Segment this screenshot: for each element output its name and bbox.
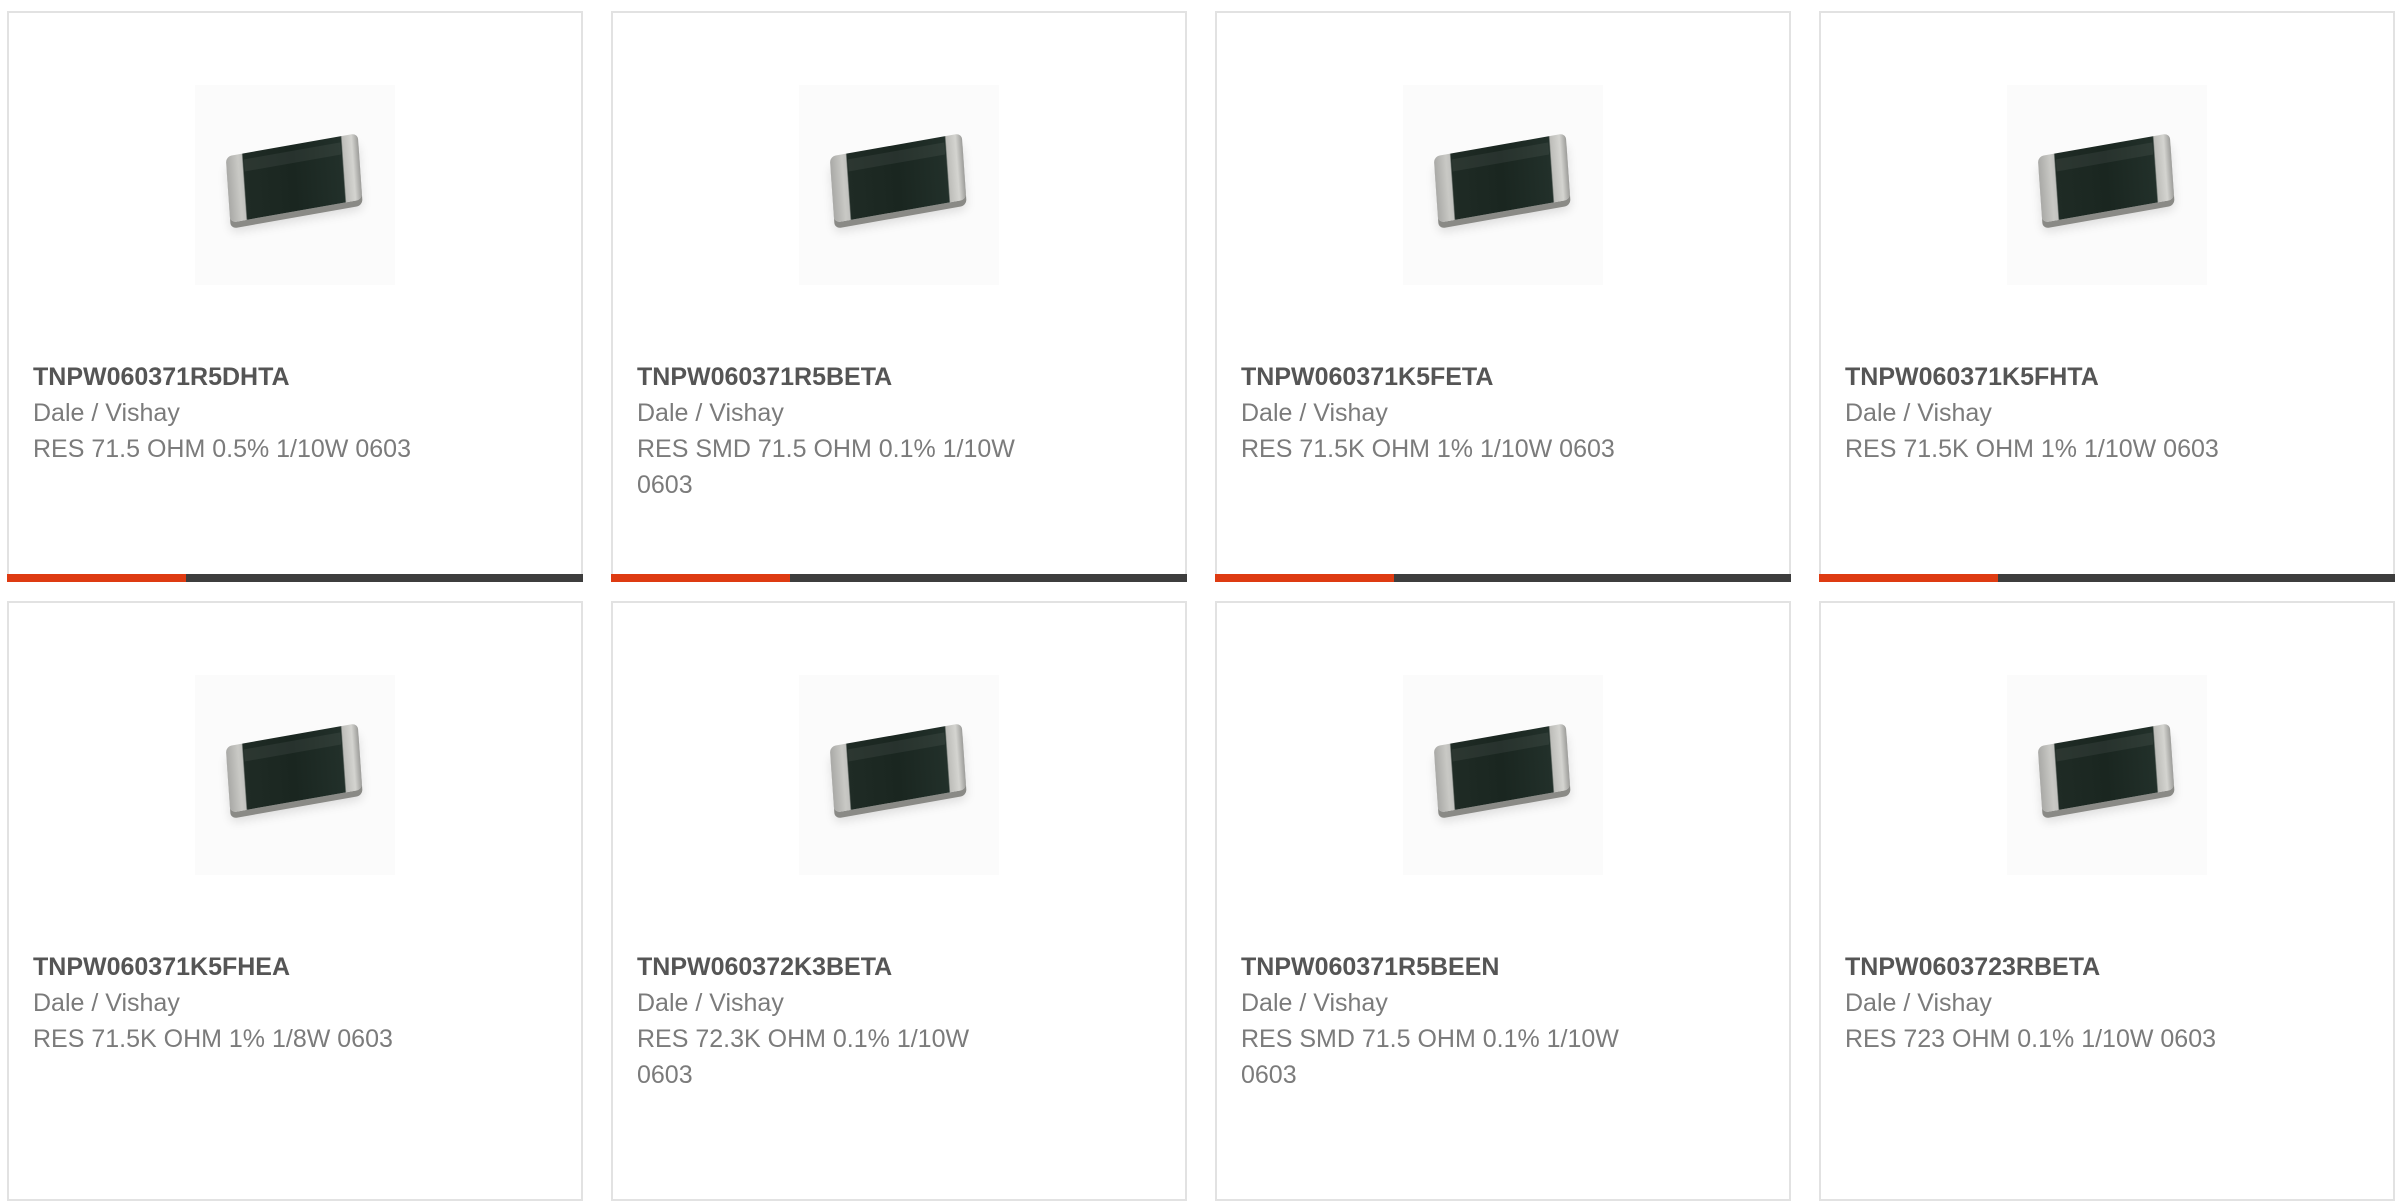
part-number-link[interactable]: TNPW060372K3BETA <box>637 949 1097 985</box>
product-description: RES 72.3K OHM 0.1% 1/10W 0603 <box>637 1025 970 1089</box>
product-image[interactable] <box>2007 675 2207 875</box>
part-number-link[interactable]: TNPW060371K5FHEA <box>33 949 493 985</box>
manufacturer-name: Dale / Vishay <box>1845 989 1992 1017</box>
manufacturer-name: Dale / Vishay <box>1241 989 1388 1017</box>
product-card[interactable]: TNPW060371K5FHTA Dale / Vishay RES 71.5K… <box>1819 11 2395 582</box>
smd-resistor-chip-icon <box>1433 133 1575 225</box>
manufacturer-name: Dale / Vishay <box>33 399 180 427</box>
manufacturer-name: Dale / Vishay <box>33 989 180 1017</box>
product-info: TNPW060371K5FHEA Dale / Vishay RES 71.5K… <box>33 949 493 1057</box>
product-description: RES 71.5K OHM 1% 1/10W 0603 <box>1241 435 1615 463</box>
product-card[interactable]: TNPW060371R5BETA Dale / Vishay RES SMD 7… <box>611 11 1187 582</box>
smd-resistor-chip-icon <box>225 723 367 815</box>
product-image[interactable] <box>1403 85 1603 285</box>
part-number-link[interactable]: TNPW060371K5FHTA <box>1845 359 2305 395</box>
part-number-link[interactable]: TNPW060371K5FETA <box>1241 359 1701 395</box>
product-image[interactable] <box>2007 85 2207 285</box>
product-description: RES 71.5K OHM 1% 1/10W 0603 <box>1845 435 2219 463</box>
manufacturer-name: Dale / Vishay <box>1845 399 1992 427</box>
product-image[interactable] <box>799 85 999 285</box>
smd-resistor-chip-icon <box>225 133 367 225</box>
progress-bar <box>7 574 583 582</box>
part-number-link[interactable]: TNPW060371R5BEEN <box>1241 949 1701 985</box>
smd-resistor-chip-icon <box>2037 723 2179 815</box>
product-description: RES SMD 71.5 OHM 0.1% 1/10W 0603 <box>637 435 1015 499</box>
product-description: RES 71.5 OHM 0.5% 1/10W 0603 <box>33 435 411 463</box>
product-info: TNPW0603723RBETA Dale / Vishay RES 723 O… <box>1845 949 2305 1057</box>
progress-bar-fill <box>7 574 186 582</box>
progress-bar-fill <box>1819 574 1998 582</box>
product-card[interactable]: TNPW060371K5FETA Dale / Vishay RES 71.5K… <box>1215 11 1791 582</box>
smd-resistor-chip-icon <box>829 723 971 815</box>
product-image[interactable] <box>195 675 395 875</box>
manufacturer-name: Dale / Vishay <box>1241 399 1388 427</box>
progress-bar <box>1215 574 1791 582</box>
product-info: TNPW060371R5BETA Dale / Vishay RES SMD 7… <box>637 359 1097 503</box>
product-info: TNPW060371K5FHTA Dale / Vishay RES 71.5K… <box>1845 359 2305 467</box>
product-card[interactable]: TNPW060371R5BEEN Dale / Vishay RES SMD 7… <box>1215 601 1791 1201</box>
part-number-link[interactable]: TNPW0603723RBETA <box>1845 949 2305 985</box>
product-description: RES 71.5K OHM 1% 1/8W 0603 <box>33 1025 393 1053</box>
product-image[interactable] <box>799 675 999 875</box>
manufacturer-name: Dale / Vishay <box>637 989 784 1017</box>
product-grid: TNPW060371R5DHTA Dale / Vishay RES 71.5 … <box>0 0 2400 1201</box>
progress-bar-fill <box>1215 574 1394 582</box>
smd-resistor-chip-icon <box>829 133 971 225</box>
product-image[interactable] <box>195 85 395 285</box>
product-card[interactable]: TNPW060372K3BETA Dale / Vishay RES 72.3K… <box>611 601 1187 1201</box>
progress-bar-fill <box>611 574 790 582</box>
product-info: TNPW060371R5DHTA Dale / Vishay RES 71.5 … <box>33 359 493 467</box>
manufacturer-name: Dale / Vishay <box>637 399 784 427</box>
progress-bar <box>611 574 1187 582</box>
progress-bar <box>1819 574 2395 582</box>
product-image[interactable] <box>1403 675 1603 875</box>
product-card[interactable]: TNPW0603723RBETA Dale / Vishay RES 723 O… <box>1819 601 2395 1201</box>
product-info: TNPW060371R5BEEN Dale / Vishay RES SMD 7… <box>1241 949 1701 1093</box>
product-card[interactable]: TNPW060371K5FHEA Dale / Vishay RES 71.5K… <box>7 601 583 1201</box>
smd-resistor-chip-icon <box>2037 133 2179 225</box>
part-number-link[interactable]: TNPW060371R5BETA <box>637 359 1097 395</box>
product-card[interactable]: TNPW060371R5DHTA Dale / Vishay RES 71.5 … <box>7 11 583 582</box>
product-description: RES SMD 71.5 OHM 0.1% 1/10W 0603 <box>1241 1025 1619 1089</box>
product-info: TNPW060371K5FETA Dale / Vishay RES 71.5K… <box>1241 359 1701 467</box>
product-info: TNPW060372K3BETA Dale / Vishay RES 72.3K… <box>637 949 1097 1093</box>
smd-resistor-chip-icon <box>1433 723 1575 815</box>
product-description: RES 723 OHM 0.1% 1/10W 0603 <box>1845 1025 2217 1053</box>
part-number-link[interactable]: TNPW060371R5DHTA <box>33 359 493 395</box>
